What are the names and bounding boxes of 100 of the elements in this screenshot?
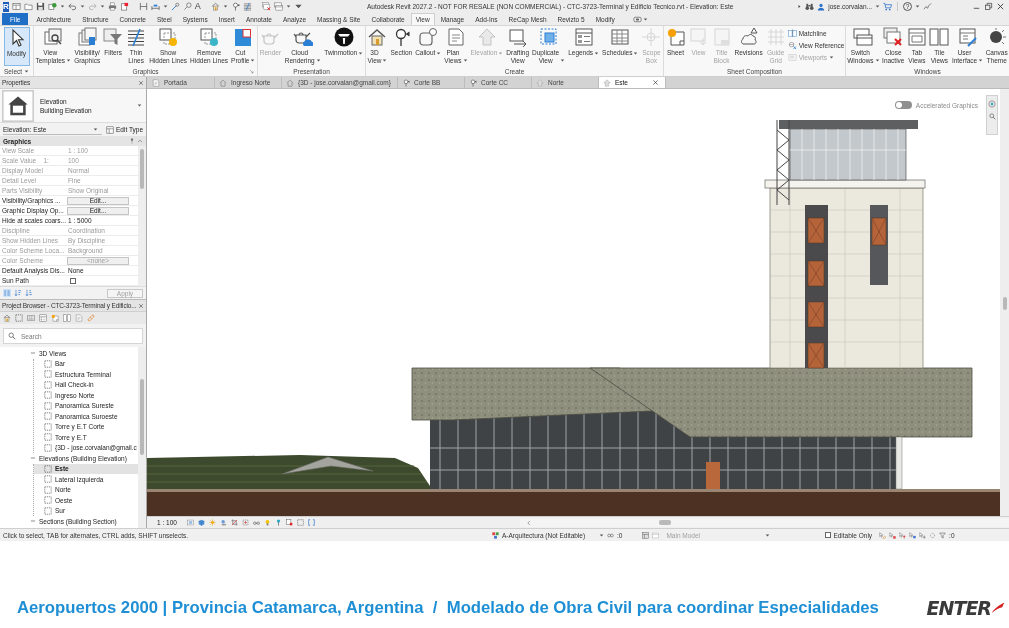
chain-icon[interactable] — [87, 314, 95, 322]
sheet-badge-icon[interactable] — [285, 519, 293, 526]
window-grid-icon[interactable] — [11, 2, 21, 11]
text-tool-button[interactable]: A — [194, 2, 201, 11]
scroll-thumb[interactable] — [659, 520, 671, 525]
chevron-left-icon[interactable] — [526, 519, 532, 526]
close-windows-icon[interactable] — [262, 2, 271, 11]
table-icon[interactable] — [27, 314, 35, 322]
close-icon[interactable] — [138, 302, 145, 309]
bulb-icon[interactable] — [263, 519, 271, 526]
sort-asc-icon[interactable] — [14, 289, 22, 297]
flagged-sheet-icon[interactable] — [119, 2, 129, 11]
caret-right-icon[interactable] — [797, 4, 803, 9]
caret-icon[interactable] — [99, 4, 105, 9]
binoculars-icon[interactable] — [805, 2, 815, 11]
ring-icon[interactable] — [929, 531, 937, 539]
caret-icon[interactable] — [24, 69, 30, 74]
vertical-scrollbar[interactable] — [138, 146, 146, 286]
categorize-icon[interactable] — [3, 289, 11, 297]
frame-dashed-icon[interactable] — [15, 314, 23, 322]
section-marker-icon[interactable] — [230, 2, 240, 11]
stacked-windows-icon[interactable] — [274, 2, 283, 11]
design-board-icon[interactable] — [642, 531, 650, 539]
funnel-outline-icon[interactable] — [939, 531, 947, 539]
restore-icon[interactable] — [984, 2, 993, 11]
chevron-up-icon[interactable] — [137, 138, 143, 144]
reference-marker-icon — [787, 41, 797, 50]
vertical-scrollbar[interactable] — [1000, 89, 1009, 516]
tower-window — [807, 301, 825, 328]
minus-icon[interactable] — [30, 350, 36, 357]
cube-icon[interactable] — [197, 519, 205, 526]
bracket-bar-icon[interactable] — [138, 2, 148, 11]
caret-icon[interactable] — [222, 4, 228, 9]
pin-tack-icon[interactable] — [129, 138, 135, 144]
plan-sheet-icon — [152, 78, 160, 87]
house-icon[interactable] — [210, 2, 220, 11]
cursor-chain-icon[interactable] — [879, 531, 887, 539]
house-icon[interactable] — [3, 314, 11, 322]
caret-icon[interactable] — [642, 16, 648, 22]
tag-circle-icon[interactable] — [182, 2, 192, 11]
search-icon[interactable] — [988, 113, 996, 120]
checkbox[interactable] — [825, 532, 832, 538]
wheel-icon[interactable] — [988, 100, 996, 108]
caret-icon[interactable] — [79, 4, 85, 9]
brackets-icon[interactable] — [307, 519, 315, 526]
search-icon — [8, 332, 16, 340]
minus-icon[interactable] — [30, 518, 36, 525]
cart-icon[interactable] — [883, 2, 892, 11]
printer-icon[interactable] — [107, 2, 117, 11]
caret-icon[interactable] — [875, 4, 880, 9]
sun-icon[interactable] — [208, 519, 216, 526]
support-column — [895, 436, 903, 490]
vertical-scrollbar[interactable] — [138, 347, 146, 528]
linked-circles-icon[interactable] — [607, 531, 614, 539]
caret-icon[interactable] — [162, 4, 168, 9]
app-logo[interactable]: R — [3, 1, 9, 12]
zigzag-icon[interactable] — [923, 2, 932, 11]
undo-arrow-icon[interactable] — [67, 2, 77, 11]
caret-icon — [93, 126, 98, 132]
cursor-pin-icon[interactable] — [899, 531, 907, 539]
save-icon[interactable] — [35, 2, 45, 11]
plan-sheet-icon[interactable] — [75, 314, 83, 322]
legend-grid-icon[interactable] — [39, 314, 47, 322]
caret-icon[interactable] — [915, 4, 920, 9]
caret-icon[interactable] — [59, 4, 65, 9]
scroll-thumb[interactable] — [140, 149, 144, 189]
toggle-switch[interactable] — [894, 101, 912, 109]
sort-desc-icon[interactable] — [25, 289, 33, 297]
tower-window — [871, 217, 887, 246]
pin-icon[interactable] — [274, 519, 282, 526]
detail-lines-icon[interactable] — [186, 519, 194, 526]
frame-dashed-icon[interactable] — [296, 519, 304, 526]
cursor-move-icon[interactable] — [919, 531, 927, 539]
redo-arrow-icon[interactable] — [87, 2, 97, 11]
shadow-sphere-icon[interactable] — [219, 519, 227, 526]
dimension-icon[interactable] — [150, 2, 160, 11]
scroll-thumb[interactable] — [1002, 297, 1007, 310]
minus-icon[interactable] — [30, 455, 36, 462]
glasses-icon[interactable] — [252, 519, 260, 526]
caret-icon — [599, 532, 604, 538]
design-window-icon[interactable] — [652, 531, 660, 539]
tiles-icon[interactable] — [63, 314, 71, 322]
striped-lines-icon[interactable] — [242, 2, 252, 11]
cursor-face-icon[interactable] — [909, 531, 917, 539]
dashed-plus-icon[interactable] — [241, 519, 249, 526]
launcher-arrow-icon[interactable] — [249, 69, 254, 74]
entrance-door — [706, 462, 720, 489]
close-icon[interactable] — [138, 79, 144, 86]
close-icon[interactable] — [996, 2, 1005, 11]
rounded-rect-icon[interactable] — [632, 14, 642, 24]
brand-logo: ENTER — [926, 597, 991, 619]
horizontal-scrollbar[interactable] — [520, 518, 1009, 527]
checkbox[interactable] — [70, 277, 76, 284]
sync-sheet-icon[interactable] — [47, 2, 57, 11]
caption-title: Aeropuertos 2000 | Provincia Catamarca, Argentina / Modelado de Obra Civil para coordinar Especialidades — [17, 598, 879, 618]
dashed-duplicate-icon — [538, 27, 559, 47]
scroll-thumb[interactable] — [140, 379, 144, 455]
close-icon[interactable] — [651, 79, 659, 86]
crop-icon[interactable] — [230, 519, 238, 526]
tag-line-icon[interactable] — [170, 2, 180, 11]
